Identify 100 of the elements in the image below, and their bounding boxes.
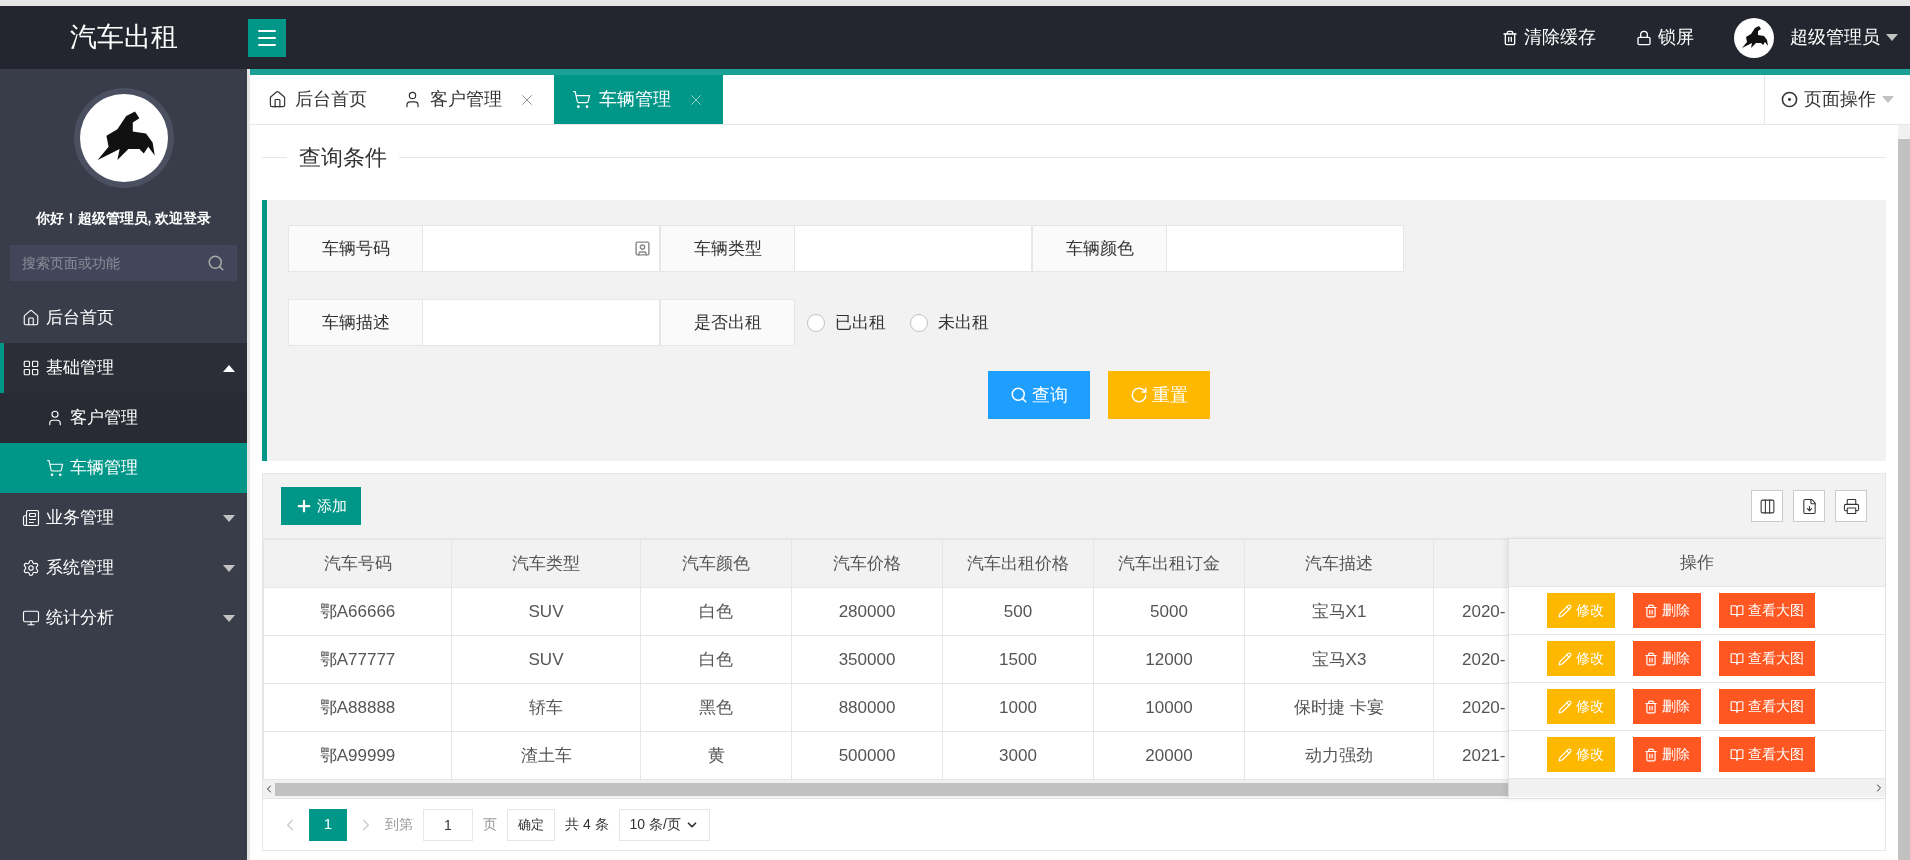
text-field[interactable] — [423, 299, 660, 346]
toolbar-button[interactable] — [1835, 490, 1867, 522]
newspaper-icon — [22, 509, 40, 527]
table-cell: 鄂A77777 — [319, 649, 396, 669]
export-icon — [1800, 497, 1818, 515]
view-button[interactable]: 查看大图 — [1719, 593, 1815, 628]
column-header: 汽车颜色 — [682, 553, 750, 573]
grid-icon — [22, 359, 40, 377]
table-cell: 12000 — [1145, 649, 1193, 669]
delete-button[interactable]: 删除 — [1633, 593, 1701, 628]
text-field[interactable] — [795, 225, 1032, 272]
table-cell: SUV — [528, 601, 564, 621]
add-button[interactable]: 添加 — [281, 487, 361, 525]
confirm-button[interactable]: 确定 — [507, 808, 555, 841]
radio-option[interactable]: 未出租 — [910, 299, 989, 346]
columns-icon — [1758, 497, 1776, 515]
table-cell: 渣土车 — [520, 745, 572, 765]
page-button[interactable]: 1 — [309, 808, 347, 841]
column-header: 操作 — [1680, 551, 1714, 574]
text-field[interactable] — [1167, 225, 1404, 272]
header-action[interactable]: 清除缓存 — [1502, 24, 1596, 51]
plus-icon — [295, 497, 313, 515]
section-title: 查询条件 — [298, 144, 388, 172]
trash-icon — [1502, 29, 1518, 46]
caret-icon — [223, 614, 235, 622]
horizontal-scrollbar[interactable] — [263, 780, 1508, 798]
avatar-icon — [1734, 17, 1774, 58]
table-cell: 880000 — [838, 697, 896, 717]
caret-icon — [223, 564, 235, 572]
pencil-icon — [1558, 699, 1572, 714]
greeting-text: 你好！超级管理员, 欢迎登录 — [34, 209, 213, 228]
field-label: 车辆描述 — [288, 299, 423, 346]
page-operations-menu[interactable]: 页面操作 — [1764, 75, 1910, 124]
user-menu[interactable]: 超级管理员 — [1790, 24, 1898, 51]
sidebar-item[interactable]: 统计分析 — [0, 593, 247, 643]
table-cell: 黄 — [707, 745, 725, 765]
column-header: 汽车价格 — [833, 553, 901, 573]
radio-button[interactable] — [807, 313, 825, 332]
page-size-select[interactable]: 10 条/页 — [618, 808, 710, 841]
table-cell: 黑色 — [699, 697, 733, 717]
caret-icon — [1882, 96, 1894, 103]
cart-icon — [572, 90, 591, 109]
sidebar-item[interactable]: 车辆管理 — [0, 443, 247, 493]
caret-icon — [1886, 34, 1898, 41]
sidebar-item[interactable]: 客户管理 — [0, 393, 247, 443]
view-button[interactable]: 查看大图 — [1719, 641, 1815, 676]
home-icon — [22, 309, 40, 327]
field-label: 车辆类型 — [660, 225, 795, 272]
table-cell: 500 — [1003, 601, 1033, 621]
radio-option[interactable]: 已出租 — [807, 299, 886, 346]
tab[interactable]: 车辆管理 — [554, 75, 723, 124]
header-action[interactable]: 锁屏 — [1636, 24, 1694, 51]
table-cell: 1500 — [999, 649, 1037, 669]
tab[interactable]: 后台首页 — [250, 75, 385, 124]
caret-icon — [223, 364, 235, 372]
delete-button[interactable]: 删除 — [1633, 641, 1701, 676]
table-cell: 10000 — [1145, 697, 1193, 717]
field-label: 是否出租 — [660, 299, 795, 346]
home-icon — [268, 90, 287, 109]
total-count: 共 4 条 — [565, 815, 609, 834]
table-cell: 动力强劲 — [1305, 745, 1373, 765]
sidebar-item[interactable]: 后台首页 — [0, 293, 247, 343]
tab[interactable]: 客户管理 — [385, 75, 554, 124]
toolbar-button[interactable] — [1793, 490, 1825, 522]
pencil-icon — [1558, 603, 1572, 618]
search-icon — [207, 254, 225, 272]
table-cell: 500000 — [838, 745, 896, 765]
lock-icon — [1636, 29, 1652, 46]
table-cell: 350000 — [838, 649, 896, 669]
delete-button[interactable]: 删除 — [1633, 737, 1701, 772]
horse-logo-icon — [79, 94, 168, 182]
text-field[interactable] — [423, 225, 660, 272]
vertical-scrollbar[interactable] — [1898, 125, 1910, 860]
settings-icon — [22, 559, 40, 577]
search-field[interactable]: 搜索页面或功能 — [10, 245, 237, 281]
sidebar-item[interactable]: 业务管理 — [0, 493, 247, 543]
table-cell: 1000 — [999, 697, 1037, 717]
column-header: 汽车类型 — [512, 553, 580, 573]
view-button[interactable]: 查看大图 — [1719, 737, 1815, 772]
search-button[interactable]: 查询 — [988, 371, 1090, 419]
column-header: 汽车号码 — [323, 553, 392, 573]
sidebar-item[interactable]: 基础管理 — [0, 343, 247, 393]
book-icon — [1730, 651, 1744, 666]
monitor-icon — [22, 609, 40, 627]
menu-button[interactable] — [248, 18, 286, 57]
table-cell: 鄂A66666 — [319, 601, 396, 621]
toolbar-button[interactable] — [1751, 490, 1783, 522]
delete-button[interactable]: 删除 — [1633, 689, 1701, 724]
page-input[interactable]: 1 — [423, 808, 473, 841]
table-cell: 20000 — [1145, 745, 1193, 765]
refresh-icon — [1130, 386, 1148, 404]
table-cell: 2020- — [1462, 697, 1506, 717]
cart-icon — [46, 459, 64, 477]
search-icon — [1010, 386, 1028, 404]
user-icon — [403, 90, 422, 109]
sidebar-item[interactable]: 系统管理 — [0, 543, 247, 593]
radio-button[interactable] — [910, 313, 928, 332]
book-icon — [1730, 747, 1744, 762]
table-cell: SUV — [528, 649, 564, 669]
view-button[interactable]: 查看大图 — [1719, 689, 1815, 724]
